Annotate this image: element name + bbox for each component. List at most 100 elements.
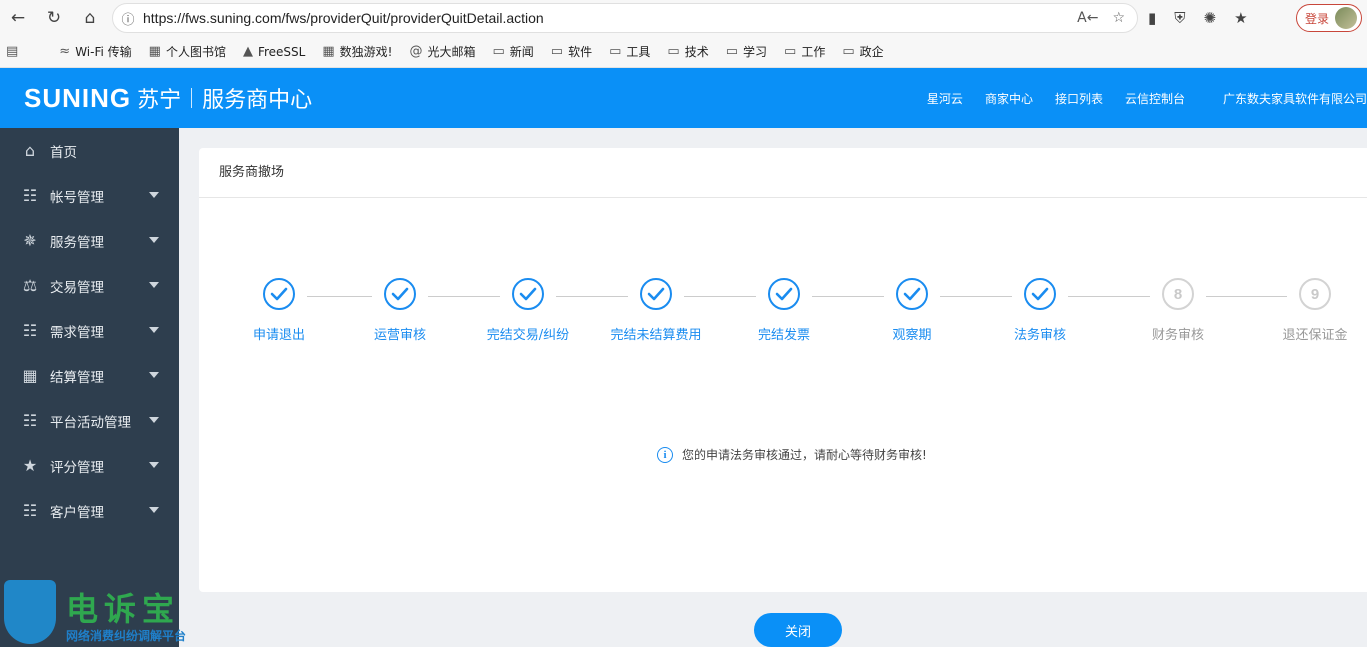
url-text[interactable]: https://fws.suning.com/fws/providerQuit/…	[143, 10, 1077, 26]
sidebar-item-label: 结算管理	[50, 369, 104, 386]
sidebar-item[interactable]: ▦ 结算管理	[0, 353, 179, 398]
bookmark-item[interactable]: ▭ 软件	[551, 43, 592, 60]
back-arrow-icon[interactable]: ←	[0, 0, 36, 36]
bookmark-label: 软件	[568, 45, 593, 59]
watermark-subtitle: 网络消费纠纷调解平台	[66, 629, 187, 643]
site-info-icon[interactable]: ⓘ	[113, 9, 143, 28]
bookmark-item[interactable]: ▭ 新闻	[492, 43, 533, 60]
bookmark-item[interactable]: ▭ 工具	[609, 43, 650, 60]
bookmark-label: 技术	[684, 45, 709, 59]
read-aloud-icon[interactable]: A←	[1077, 10, 1098, 26]
step-label: 法务审核	[1013, 328, 1066, 343]
browser-toolbar: ← ↻ ⌂ ⓘ https://fws.suning.com/fws/provi…	[0, 0, 1367, 36]
bookmark-item[interactable]: ▭ 技术	[667, 43, 708, 60]
sidebar-item-label: 客户管理	[50, 504, 104, 521]
sidebar-item-label: 帐号管理	[50, 189, 104, 206]
status-notice: i 您的申请法务审核通过，请耐心等待财务审核!	[657, 446, 927, 463]
favorites-list-icon[interactable]: ★	[1234, 9, 1247, 27]
library-icon: ▦	[148, 44, 161, 59]
sidebar-item[interactable]: ☷ 需求管理	[0, 308, 179, 353]
bookmark-item[interactable]: ▲ FreeSSL	[243, 44, 305, 59]
folder-icon: ▭	[492, 44, 505, 59]
sidebar-item-label: 需求管理	[50, 324, 104, 341]
login-button[interactable]: 登录	[1296, 4, 1362, 32]
mail-icon: @	[409, 44, 423, 59]
bookmark-item[interactable]: ▦ 数独游戏!	[322, 43, 392, 60]
folder-icon: ▭	[550, 44, 564, 59]
bitwarden-extension-icon[interactable]: ▮	[1148, 9, 1156, 27]
clipboard-icon: ☷	[22, 321, 38, 340]
check-circle-icon	[768, 278, 800, 310]
caret-down-icon	[149, 372, 159, 378]
company-name[interactable]: 广东数夫家具软件有限公司	[1223, 90, 1367, 107]
folder-icon: ▭	[667, 44, 680, 59]
sidebar-item-label: 平台活动管理	[50, 414, 131, 431]
bookmark-item[interactable]: ▭ 学习	[726, 43, 767, 60]
folder-icon: ▭	[725, 44, 739, 59]
caret-down-icon	[149, 192, 159, 198]
sidebar-item[interactable]: ⌂ 首页	[0, 128, 179, 173]
progress-step: 9 退还保证金	[1255, 278, 1367, 343]
bookmark-label: 数独游戏!	[339, 45, 393, 59]
favorite-star-icon[interactable]: ☆	[1112, 10, 1125, 26]
reading-list-icon[interactable]: ▤	[6, 44, 18, 59]
sidebar-item[interactable]: ⚖ 交易管理	[0, 263, 179, 308]
progress-step: 法务审核	[980, 278, 1100, 343]
login-label: 登录	[1305, 11, 1330, 26]
bookmark-item[interactable]: ▭ 政企	[842, 43, 883, 60]
address-bar[interactable]: ⓘ https://fws.suning.com/fws/providerQui…	[112, 3, 1138, 33]
top-link-xingheyun[interactable]: 星河云	[927, 90, 963, 107]
bookmark-label: 光大邮箱	[427, 45, 476, 59]
sidebar-item[interactable]: ☷ 平台活动管理	[0, 398, 179, 443]
bookmark-item[interactable]: ▦ 个人图书馆	[149, 43, 226, 60]
sidebar-item[interactable]: ☷ 客户管理	[0, 488, 179, 533]
sidebar-item[interactable]: ★ 评分管理	[0, 443, 179, 488]
center-name: 服务商中心	[202, 88, 313, 113]
bookmark-label: 工作	[801, 45, 826, 59]
caret-down-icon	[149, 282, 159, 288]
app-header: SUNING 苏宁 服务商中心 星河云 商家中心 接口列表 云信控制台 广东数夫…	[0, 68, 1367, 128]
sidebar-item[interactable]: ✵ 服务管理	[0, 218, 179, 263]
step-label: 财务审核	[1151, 328, 1204, 343]
info-icon: i	[657, 446, 673, 463]
step-label: 完结未结算费用	[610, 328, 702, 343]
clipboard-icon: ☷	[22, 186, 38, 205]
progress-step: 完结未结算费用	[596, 278, 716, 343]
progress-step: 申请退出	[219, 278, 339, 343]
bookmark-item[interactable]: @ 光大邮箱	[409, 43, 475, 60]
top-nav: 星河云 商家中心 接口列表 云信控制台 广东数夫家具软件有限公司	[905, 68, 1367, 128]
reload-icon[interactable]: ↻	[36, 0, 72, 36]
star-icon: ★	[22, 456, 38, 475]
sidebar-item-label: 服务管理	[50, 234, 104, 251]
top-link-yunxin-console[interactable]: 云信控制台	[1125, 90, 1185, 107]
watermark-title: 电诉宝	[66, 590, 181, 628]
bookmark-item[interactable]: ≈ Wi-Fi 传输	[59, 43, 131, 60]
step-number-circle: 8	[1162, 278, 1194, 310]
suning-logo[interactable]: SUNING 苏宁 服务商中心	[24, 82, 312, 114]
extensions-puzzle-icon[interactable]: ✺	[1204, 9, 1217, 27]
step-label: 申请退出	[252, 328, 305, 343]
main-panel: 服务商撤场 i 您的申请法务审核通过，请耐心等待财务审核! 申请退出 运营审核 完结…	[199, 148, 1367, 592]
close-button[interactable]: 关闭	[754, 613, 842, 647]
step-label: 观察期	[892, 328, 932, 343]
bookmark-label: 新闻	[509, 45, 534, 59]
folder-icon: ▭	[609, 44, 622, 59]
dianshubao-watermark: 电诉宝 网络消费纠纷调解平台	[0, 578, 210, 647]
bookmark-label: 政企	[859, 45, 884, 59]
scale-icon: ⚖	[22, 276, 38, 295]
home-icon: ⌂	[24, 141, 36, 160]
bookmark-label: Wi-Fi 传输	[75, 45, 132, 59]
bookmark-item[interactable]: ▭ 工作	[784, 43, 825, 60]
caret-down-icon	[149, 507, 159, 513]
home-nav-icon[interactable]: ⌂	[72, 0, 108, 36]
sidebar-item[interactable]: ☷ 帐号管理	[0, 173, 179, 218]
caret-down-icon	[149, 237, 159, 243]
folder-icon: ▭	[784, 44, 797, 59]
clipboard-icon: ☷	[22, 411, 38, 430]
sidebar-menu: ⌂ 首页 ☷ 帐号管理 ✵ 服务管理 ⚖ 交易管理 ☷ 需求管理 ▦ 结算管理 ☷ 平台活动管理 ★ 评分管理…	[0, 128, 179, 647]
top-link-api-list[interactable]: 接口列表	[1055, 90, 1103, 107]
clipboard-icon: ☷	[22, 501, 38, 520]
top-link-merchant-center[interactable]: 商家中心	[985, 90, 1033, 107]
step-label: 运营审核	[373, 328, 426, 343]
shield-extension-icon[interactable]: ⛨	[1174, 9, 1185, 27]
